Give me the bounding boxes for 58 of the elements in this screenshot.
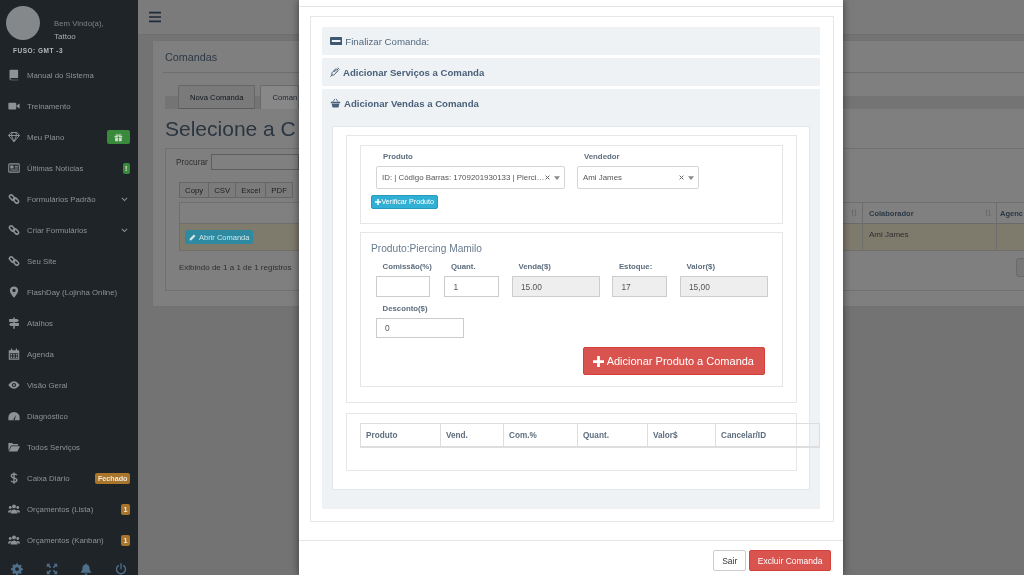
gauge-icon xyxy=(8,410,20,422)
fullscreen-icon[interactable] xyxy=(45,562,58,575)
column-header: Com.% xyxy=(503,423,578,447)
input-field[interactable] xyxy=(376,276,430,297)
user-name: Tattoo xyxy=(54,31,76,43)
clear-icon[interactable] xyxy=(679,175,684,180)
search-field[interactable] xyxy=(210,154,299,170)
product-title: Produto:Piercing Mamilo xyxy=(371,243,482,255)
settings-icon[interactable] xyxy=(11,562,24,575)
input-field: 15.00 xyxy=(511,276,600,297)
chain-link-icon xyxy=(8,224,20,236)
bell-icon[interactable] xyxy=(80,562,93,575)
map-pin-icon xyxy=(8,286,20,298)
dollar-icon xyxy=(8,472,20,484)
eye-icon xyxy=(8,379,20,391)
caret-icon xyxy=(688,175,694,180)
delete-button[interactable]: Excluir Comanda xyxy=(749,550,831,571)
section-header[interactable]: Finalizar Comanda: xyxy=(322,27,820,55)
column-header: Produto xyxy=(360,423,441,447)
avatar-placeholder xyxy=(6,6,40,40)
table-info-text: Exibindo de 1 a 1 de 1 registros xyxy=(179,262,292,272)
column-header: Vend. xyxy=(440,423,504,447)
menu-icon[interactable] xyxy=(148,11,162,23)
newspaper-icon xyxy=(8,162,20,174)
folder-icon xyxy=(8,441,20,453)
chain-link-icon xyxy=(8,193,20,205)
input-field[interactable]: 0 xyxy=(376,318,464,338)
plus-icon xyxy=(374,199,381,205)
card-icon xyxy=(330,37,343,45)
exit-button[interactable]: Sair xyxy=(713,550,747,571)
add-product-button[interactable]: Adicionar Produto a Comanda xyxy=(583,347,765,375)
diamond-icon xyxy=(8,131,20,143)
page-heading: Selecione a C xyxy=(165,116,296,142)
syringe-icon xyxy=(330,67,340,77)
calendar-icon xyxy=(8,348,20,360)
plus-icon xyxy=(593,355,605,367)
input-field: 17 xyxy=(612,276,668,297)
people-icon xyxy=(8,503,20,515)
search-label: Procurar xyxy=(176,157,208,167)
chain-link-icon xyxy=(8,255,20,267)
signpost-icon xyxy=(8,317,20,329)
power-icon[interactable] xyxy=(114,562,127,575)
column-header: Valor$ xyxy=(647,423,716,447)
page-title: Comandas xyxy=(165,50,218,63)
column-header: Cancelar/ID xyxy=(715,423,820,447)
people-icon xyxy=(8,534,20,546)
section-header[interactable]: Adicionar Serviços a Comanda xyxy=(322,58,820,86)
basket-icon xyxy=(330,98,341,108)
input-field: 15,00 xyxy=(679,276,768,297)
table-cell: Ami James xyxy=(863,224,997,251)
column-header: Quant. xyxy=(577,423,648,447)
caret-icon xyxy=(554,175,560,180)
input-field[interactable]: 1 xyxy=(444,276,500,297)
pencil-icon xyxy=(189,233,196,241)
section-header[interactable]: Adicionar Vendas a Comanda xyxy=(322,89,820,117)
video-camera-icon xyxy=(8,100,20,112)
clear-icon[interactable] xyxy=(545,175,550,180)
book-icon xyxy=(8,69,20,81)
